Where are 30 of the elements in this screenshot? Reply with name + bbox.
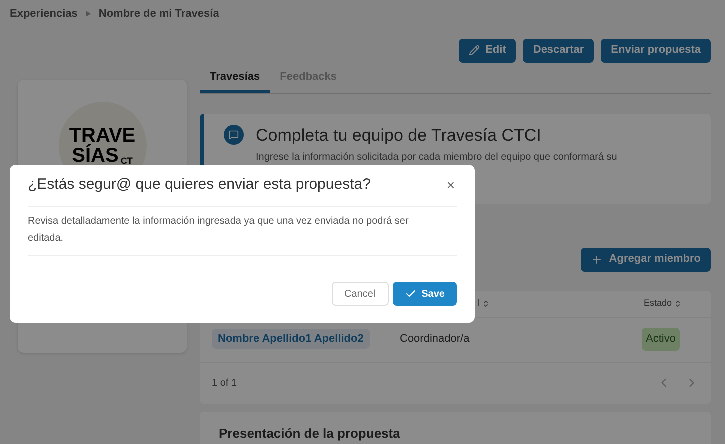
save-button[interactable]: Save	[392, 282, 457, 306]
table-cell-text: Coordinador/a	[400, 332, 471, 348]
status-badge: Activo	[642, 328, 680, 351]
add-member-button[interactable]: Agregar miembro	[581, 248, 711, 272]
action-button[interactable]: Enviar propuesta	[601, 38, 711, 62]
sort-icon	[482, 300, 490, 308]
plus-icon	[591, 254, 604, 266]
column-header[interactable]: Estado	[644, 296, 682, 310]
logo-text: CT	[120, 156, 133, 166]
tab[interactable]: Travesías	[200, 66, 270, 92]
dialog-message: Revisa detalladamente la información ingresada ya que una vez enviada no podrá ser editada.	[28, 207, 457, 256]
callout-text: Ingrese la información solicitada por cada miembro del equipo que conformará su	[256, 150, 618, 164]
chevron-icon	[86, 11, 91, 18]
cancel-button[interactable]: Cancel	[332, 282, 389, 306]
check-icon	[404, 288, 417, 300]
action-button[interactable]: Descartar	[523, 38, 594, 62]
callout-title: Completa tu equipo de Travesía CTCI	[256, 124, 542, 146]
dialog-title: ¿Estás segur@ que quieres enviar esta propuesta?	[28, 175, 371, 196]
logo-text: SÍAS	[72, 146, 119, 166]
sort-icon	[674, 300, 682, 308]
chat-icon	[224, 124, 244, 144]
edit-button[interactable]: Edit	[458, 38, 516, 62]
section-title: Presentación de la propuesta	[219, 426, 400, 440]
pagination-text: 1 of 1	[212, 376, 238, 390]
column-header[interactable]: l	[478, 296, 644, 310]
logo-text: TRAVE	[69, 126, 136, 146]
breadcrumb-link[interactable]: Nombre de mi Travesía	[98, 6, 220, 22]
pencil-icon	[468, 45, 480, 56]
breadcrumb-link[interactable]: Experiencias	[10, 6, 78, 22]
close-button[interactable]: ×	[444, 175, 457, 196]
